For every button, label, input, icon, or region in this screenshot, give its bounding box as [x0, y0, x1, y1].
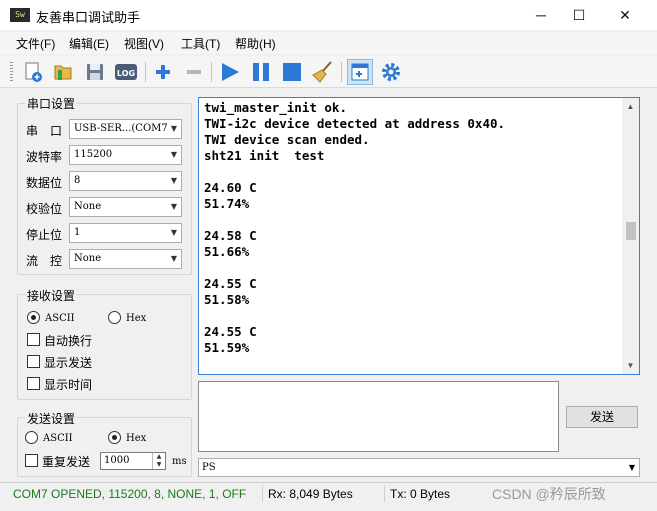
receive-textarea[interactable]: twi_master_init ok. TWI-i2c device detec… — [198, 97, 640, 375]
parity-select[interactable]: None ▼ — [69, 197, 182, 217]
chevron-down-icon: ▼ — [170, 176, 177, 185]
scroll-up-icon[interactable]: ▲ — [622, 98, 639, 115]
repeat-send-checkbox[interactable] — [25, 454, 38, 467]
chevron-down-icon: ▼ — [170, 124, 177, 133]
send-ascii-radio[interactable] — [25, 431, 38, 444]
send-hex-label: Hex — [126, 433, 147, 444]
menu-help[interactable]: 帮助(H) — [235, 35, 276, 52]
receive-hex-radio[interactable] — [108, 311, 121, 324]
status-divider — [262, 485, 263, 502]
port-label: 串 口 — [26, 124, 63, 138]
pause-icon[interactable] — [248, 59, 274, 85]
toolbar-separator — [341, 62, 342, 82]
toolbar-separator — [211, 62, 212, 82]
stop-icon[interactable] — [279, 59, 305, 85]
menu-view[interactable]: 视图(V) — [124, 35, 164, 52]
stepper-arrows-icon[interactable]: ▲ ▼ — [152, 453, 165, 469]
receive-scrollbar[interactable]: ▲ ▼ — [622, 98, 639, 374]
receive-ascii-radio[interactable] — [27, 311, 40, 324]
chevron-down-icon: ▼ — [170, 254, 177, 263]
new-icon[interactable] — [20, 59, 46, 85]
parity-label: 校验位 — [26, 202, 63, 216]
receive-settings-title: 接收设置 — [25, 287, 78, 304]
toolbar-separator — [145, 62, 146, 82]
rx-count: Rx: 8,049 Bytes — [268, 487, 353, 501]
show-send-checkbox[interactable] — [27, 355, 40, 368]
port-status: COM7 OPENED, 115200, 8, NONE, 1, OFF — [13, 487, 247, 501]
baud-label: 波特率 — [26, 150, 63, 164]
show-time-label: 显示时间 — [44, 378, 93, 392]
flowcontrol-select[interactable]: None ▼ — [69, 249, 182, 269]
repeat-interval-stepper[interactable]: 1000 ▲ ▼ — [100, 452, 166, 470]
add-icon[interactable] — [150, 59, 176, 85]
svg-text:LOG: LOG — [117, 69, 135, 78]
auto-wrap-label: 自动换行 — [44, 334, 93, 348]
title-bar: Sw 友善串口调试助手 ─ ☐ ✕ — [0, 0, 657, 30]
interval-unit: ms — [172, 456, 187, 467]
flowcontrol-label: 流 控 — [26, 254, 63, 268]
window-icon[interactable] — [347, 59, 373, 85]
scroll-down-icon[interactable]: ▼ — [622, 357, 639, 374]
show-time-checkbox[interactable] — [27, 377, 40, 390]
menu-tools[interactable]: 工具(T) — [181, 35, 220, 52]
send-settings-title: 发送设置 — [25, 410, 78, 427]
watermark: CSDN @矜辰所致 — [492, 486, 606, 502]
close-button[interactable]: ✕ — [602, 0, 648, 30]
send-hex-radio[interactable] — [108, 431, 121, 444]
stopbits-label: 停止位 — [26, 228, 63, 242]
chevron-down-icon: ▼ — [170, 150, 177, 159]
baud-select[interactable]: 115200 ▼ — [69, 145, 182, 165]
toolbar: LOG — [0, 56, 657, 88]
send-ascii-label: ASCII — [43, 433, 73, 444]
broom-icon[interactable] — [310, 59, 336, 85]
send-textarea[interactable] — [198, 381, 559, 452]
play-icon[interactable] — [217, 59, 243, 85]
ps-select[interactable]: PS ▼ — [198, 458, 640, 477]
menu-edit[interactable]: 编辑(E) — [69, 35, 109, 52]
tx-count: Tx: 0 Bytes — [390, 487, 451, 501]
chevron-down-icon: ▼ — [628, 463, 635, 472]
chevron-down-icon: ▼ — [170, 202, 177, 211]
maximize-button[interactable]: ☐ — [556, 0, 602, 30]
app-icon: Sw — [10, 8, 30, 22]
serial-settings-title: 串口设置 — [25, 95, 78, 112]
databits-select[interactable]: 8 ▼ — [69, 171, 182, 191]
receive-hex-label: Hex — [126, 313, 147, 324]
show-send-label: 显示发送 — [44, 356, 93, 370]
toolbar-grip — [10, 62, 13, 82]
window-title: 友善串口调试助手 — [36, 10, 141, 25]
auto-wrap-checkbox[interactable] — [27, 333, 40, 346]
repeat-send-label: 重复发送 — [42, 455, 91, 469]
remove-icon[interactable] — [181, 59, 207, 85]
receive-ascii-label: ASCII — [45, 313, 75, 324]
menu-file[interactable]: 文件(F) — [16, 35, 55, 52]
receive-content: twi_master_init ok. TWI-i2c device detec… — [204, 100, 506, 355]
stopbits-select[interactable]: 1 ▼ — [69, 223, 182, 243]
gear-icon[interactable] — [378, 59, 404, 85]
send-button[interactable]: 发送 — [566, 406, 638, 428]
log-icon[interactable]: LOG — [113, 59, 139, 85]
chevron-down-icon: ▼ — [170, 228, 177, 237]
menu-bar: 文件(F) 编辑(E) 视图(V) 工具(T) 帮助(H) — [0, 32, 657, 54]
databits-label: 数据位 — [26, 176, 63, 190]
status-divider — [384, 485, 385, 502]
port-select[interactable]: USB-SER...(COM7 ▼ — [69, 119, 182, 139]
save-icon[interactable] — [82, 59, 108, 85]
scroll-thumb[interactable] — [626, 222, 636, 240]
open-icon[interactable] — [50, 59, 76, 85]
